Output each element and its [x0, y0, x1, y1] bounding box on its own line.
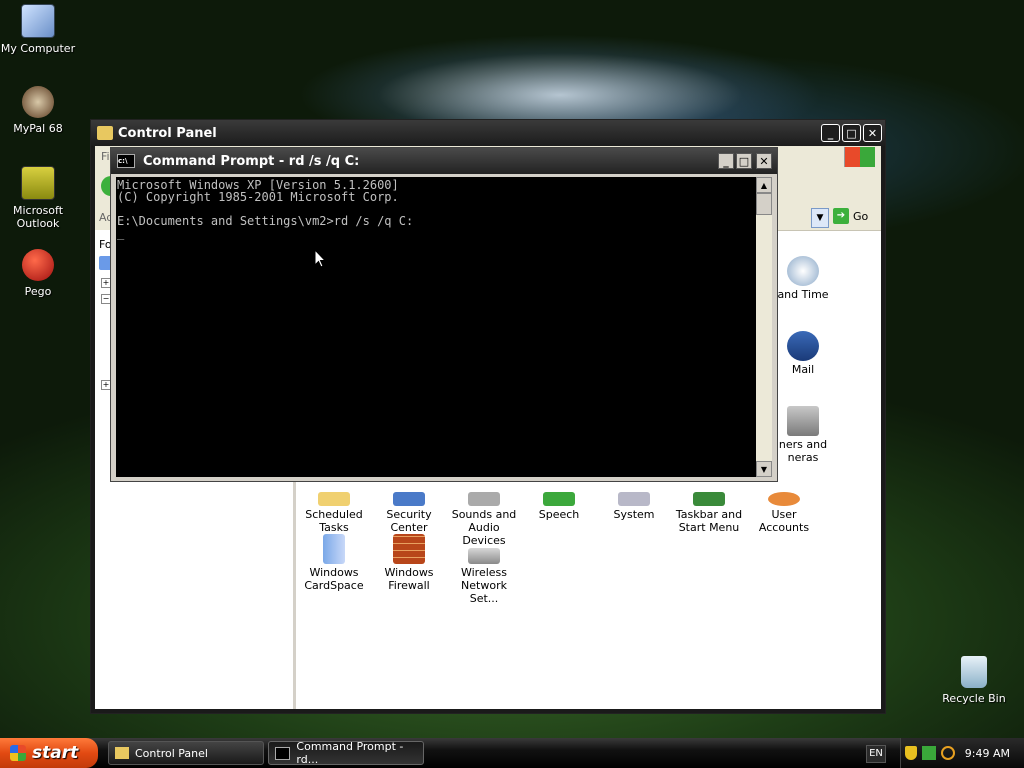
- pego-icon: [22, 249, 54, 281]
- cp-item-label: Scheduled Tasks: [305, 508, 363, 534]
- desktop-icon-label: Microsoft Outlook: [12, 204, 64, 230]
- clock[interactable]: 9:49 AM: [965, 747, 1010, 760]
- cp-item-label: Taskbar and Start Menu: [675, 508, 743, 534]
- mouse-cursor-icon: [314, 249, 326, 268]
- outlook-icon: [21, 166, 55, 200]
- mail-icon: [787, 331, 819, 361]
- maximize-button[interactable]: □: [736, 153, 752, 169]
- scroll-up-button[interactable]: ▲: [756, 177, 772, 193]
- folder-icon: [97, 126, 113, 140]
- speaker-icon: [468, 492, 500, 506]
- go-arrow-icon: ➔: [833, 208, 849, 224]
- clock-icon: [787, 256, 819, 286]
- scroll-down-button[interactable]: ▼: [756, 461, 772, 477]
- cp-item-scheduled-tasks[interactable]: Scheduled Tasks: [296, 476, 372, 534]
- wireless-icon: [468, 548, 500, 564]
- cp-item-label: Wireless Network Set...: [460, 566, 508, 605]
- folder-icon: [115, 747, 129, 759]
- window-title: Command Prompt - rd /s /q C:: [143, 153, 360, 169]
- cmd-icon: c:\: [117, 154, 135, 168]
- cp-item-label: Security Center: [386, 508, 432, 534]
- go-button[interactable]: ➔ Go: [833, 208, 868, 224]
- windows-logo-icon: [10, 745, 26, 761]
- cp-item-label: User Accounts: [758, 508, 810, 534]
- desktop-icon-recycle-bin[interactable]: Recycle Bin: [936, 656, 1012, 705]
- desktop-icon-pego[interactable]: Pego: [0, 249, 76, 298]
- vertical-scrollbar[interactable]: ▲ ▼: [756, 177, 772, 477]
- shield-icon: [393, 492, 425, 506]
- cp-item-label: Windows Firewall: [384, 566, 434, 592]
- desktop-icon-label: MyPal 68: [13, 122, 63, 135]
- windows-flag-icon: [844, 147, 875, 167]
- control-panel-titlebar[interactable]: Control Panel _ □ ✕: [91, 120, 885, 146]
- minimize-button[interactable]: _: [821, 124, 840, 142]
- start-label: start: [32, 743, 79, 763]
- cp-item-label: System: [613, 508, 655, 521]
- camera-icon: [787, 406, 819, 436]
- cp-item-user-accounts[interactable]: User Accounts: [746, 476, 822, 534]
- security-shield-icon[interactable]: [904, 746, 917, 760]
- cp-item-security-center[interactable]: Security Center: [371, 476, 447, 534]
- maximize-button[interactable]: □: [842, 124, 861, 142]
- cp-item-taskbar-start-menu[interactable]: Taskbar and Start Menu: [671, 476, 747, 534]
- go-label: Go: [853, 209, 869, 223]
- desktop-icon-label: Recycle Bin: [942, 692, 1006, 705]
- taskbar-icon: [693, 492, 725, 506]
- cp-item-label: Speech: [538, 508, 580, 521]
- desktop-icon-label: My Computer: [0, 42, 76, 55]
- task-label: Control Panel: [135, 746, 208, 760]
- cp-item-firewall[interactable]: Windows Firewall: [371, 534, 447, 592]
- speech-icon: [543, 492, 575, 506]
- cp-item-system[interactable]: System: [596, 476, 672, 521]
- system-icon: [618, 492, 650, 506]
- command-prompt-window[interactable]: c:\ Command Prompt - rd /s /q C: _ □ ✕ M…: [110, 147, 778, 482]
- menu-file[interactable]: Fi: [101, 150, 110, 163]
- window-title: Control Panel: [118, 125, 217, 141]
- cardspace-icon: [323, 534, 345, 564]
- taskbar-button-control-panel[interactable]: Control Panel: [108, 741, 264, 765]
- minimize-button[interactable]: _: [718, 153, 734, 169]
- system-tray: 9:49 AM: [900, 738, 1024, 768]
- close-button[interactable]: ✕: [863, 124, 882, 142]
- users-icon: [768, 492, 800, 506]
- computer-icon: [21, 4, 55, 38]
- network-icon[interactable]: [921, 746, 936, 760]
- cmd-icon: [275, 746, 291, 760]
- close-button[interactable]: ✕: [756, 153, 772, 169]
- cp-item-cardspace[interactable]: Windows CardSpace: [296, 534, 372, 592]
- language-indicator[interactable]: EN: [866, 745, 886, 763]
- taskbar: start Control Panel Command Prompt - rd.…: [0, 738, 1024, 768]
- address-dropdown-button[interactable]: ▼: [811, 208, 829, 228]
- language-label: EN: [869, 748, 883, 759]
- task-label: Command Prompt - rd...: [296, 740, 404, 766]
- desktop-icon-label: Pego: [24, 285, 52, 298]
- desktop-icon-outlook[interactable]: Microsoft Outlook: [0, 166, 76, 230]
- mypal-browser-icon: [22, 86, 54, 118]
- firewall-icon: [393, 534, 425, 564]
- scheduled-tasks-icon: [318, 492, 350, 506]
- scroll-thumb[interactable]: [756, 193, 772, 215]
- taskbar-button-command-prompt[interactable]: Command Prompt - rd...: [268, 740, 424, 766]
- recycle-bin-icon: [961, 656, 987, 688]
- start-button[interactable]: start: [0, 738, 98, 768]
- cp-item-speech[interactable]: Speech: [521, 476, 597, 521]
- console-output[interactable]: Microsoft Windows XP [Version 5.1.2600] …: [116, 177, 756, 477]
- cp-item-label: Windows CardSpace: [304, 566, 364, 592]
- command-prompt-titlebar[interactable]: c:\ Command Prompt - rd /s /q C: _ □ ✕: [111, 148, 777, 174]
- desktop-icon-mypal[interactable]: MyPal 68: [0, 86, 76, 135]
- cp-item-wireless-network[interactable]: Wireless Network Set...: [446, 534, 522, 605]
- desktop-icon-my-computer[interactable]: My Computer: [0, 4, 76, 55]
- search-icon[interactable]: [940, 746, 955, 760]
